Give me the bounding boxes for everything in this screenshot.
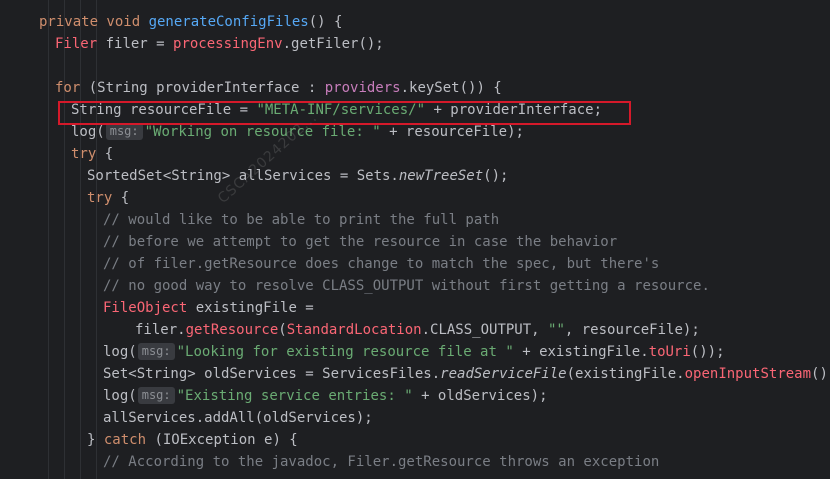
code-editor[interactable]: private void generateConfigFiles() { Fil… xyxy=(0,0,830,479)
code-line[interactable]: SortedSet<String> allServices = Sets.new… xyxy=(87,165,508,187)
red-highlight-box xyxy=(58,101,631,125)
code-comment[interactable]: // According to the javadoc, Filer.getRe… xyxy=(103,451,659,473)
parameter-hint: msg: xyxy=(137,343,175,360)
code-line[interactable]: FileObject existingFile = xyxy=(103,297,314,319)
indent-guide xyxy=(80,0,81,479)
code-line[interactable]: allServices.addAll(oldServices); xyxy=(103,407,373,429)
indent-guide xyxy=(48,0,49,479)
code-line[interactable]: filer.getResource(StandardLocation.CLASS… xyxy=(135,319,700,341)
code-line[interactable]: try { xyxy=(87,187,129,209)
code-line[interactable]: log(msg: "Looking for existing resource f… xyxy=(103,341,725,363)
indent-guide xyxy=(96,0,97,479)
code-line[interactable]: private void generateConfigFiles() { xyxy=(39,11,342,33)
code-line[interactable]: log(msg: "Existing service entries: " + o… xyxy=(103,385,548,407)
code-comment[interactable]: // before we attempt to get the resource… xyxy=(103,231,617,253)
code-line[interactable]: Set<String> oldServices = ServicesFiles.… xyxy=(103,363,830,385)
indent-guide xyxy=(64,0,65,479)
code-line[interactable]: } catch (IOException e) { xyxy=(87,429,298,451)
code-comment[interactable]: // no good way to resolve CLASS_OUTPUT w… xyxy=(103,275,710,297)
code-comment[interactable]: // would like to be able to print the fu… xyxy=(103,209,499,231)
parameter-hint: msg: xyxy=(105,123,143,140)
code-line[interactable]: try { xyxy=(71,143,113,165)
code-comment[interactable]: // of filer.getResource does change to m… xyxy=(103,253,659,275)
parameter-hint: msg: xyxy=(137,387,175,404)
code-line[interactable]: for (String providerInterface : provider… xyxy=(55,77,502,99)
code-line[interactable]: Filer filer = processingEnv.getFiler(); xyxy=(55,33,384,55)
